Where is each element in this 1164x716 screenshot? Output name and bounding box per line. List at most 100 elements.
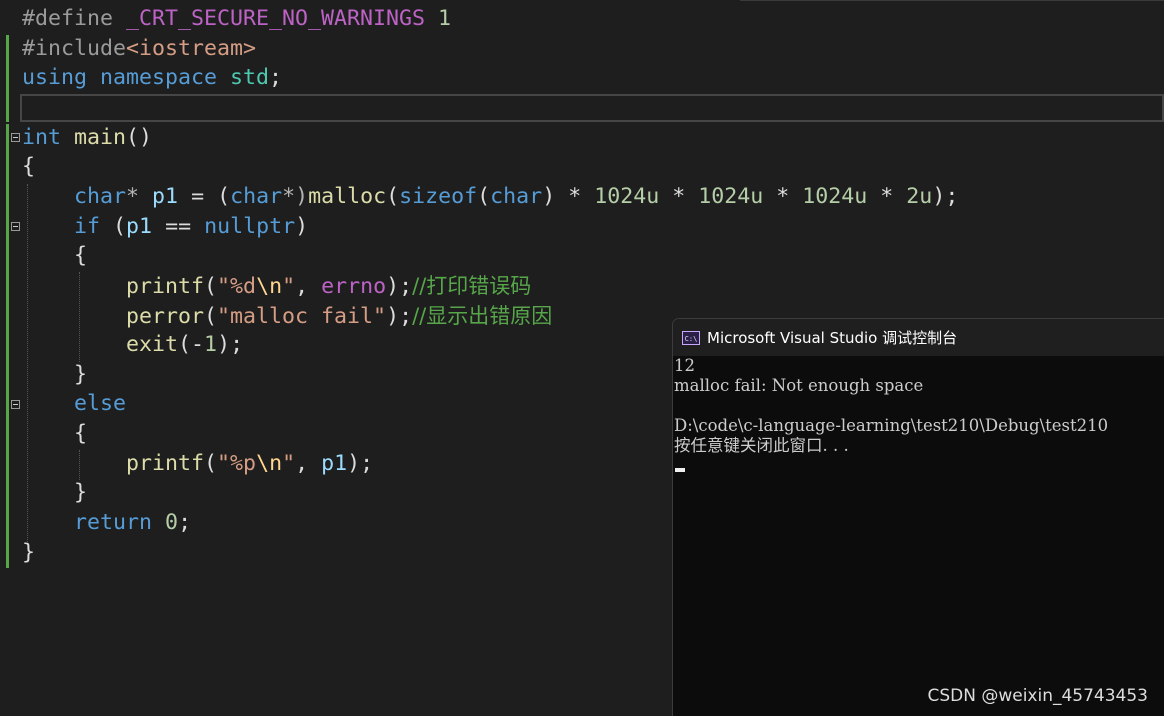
code-token: ); — [386, 273, 413, 299]
code-token: p1 — [126, 213, 153, 239]
code-token: (- — [178, 332, 205, 358]
code-token: malloc — [308, 183, 387, 209]
code-token: ( — [204, 273, 218, 299]
code-token: ; — [178, 510, 192, 536]
console-cursor — [675, 468, 685, 472]
code-line[interactable]: printf("%p\n", p1); — [22, 449, 373, 479]
editor-top-border — [740, 0, 1164, 5]
code-line[interactable]: #include<iostream> — [22, 34, 256, 64]
console-title: Microsoft Visual Studio 调试控制台 — [707, 329, 958, 347]
code-line[interactable]: { — [22, 152, 35, 182]
code-token: main — [74, 124, 127, 150]
change-marker-top — [6, 35, 9, 122]
code-token: ) — [295, 213, 309, 239]
code-line[interactable]: { — [22, 241, 87, 271]
code-token: ); — [386, 303, 413, 329]
fold-toggle-if[interactable] — [11, 222, 20, 231]
code-token: errno — [321, 273, 387, 299]
code-token: 2u — [906, 183, 933, 209]
code-line[interactable]: #define _CRT_SECURE_NO_WARNINGS 1 — [22, 4, 451, 34]
code-line[interactable]: } — [22, 360, 87, 390]
code-token: 1024u — [594, 183, 660, 209]
code-token: \n — [256, 273, 283, 299]
code-token: == — [152, 213, 205, 239]
code-token: sizeof — [399, 183, 478, 209]
console-line: 12 — [674, 356, 695, 375]
code-line[interactable]: printf("%d\n", errno);//打印错误码 — [22, 271, 531, 301]
code-token: 1 — [204, 332, 218, 358]
code-token: } — [22, 539, 36, 565]
code-token: ( — [204, 450, 218, 476]
console-output[interactable]: 12 malloc fail: Not enough space D:\code… — [673, 356, 1164, 472]
current-line-highlight — [20, 94, 1164, 122]
code-line[interactable]: char* p1 = (char*)malloc(sizeof(char) * … — [22, 182, 958, 212]
code-token: printf — [126, 450, 205, 476]
code-token: #define — [22, 6, 127, 31]
code-token: char — [74, 183, 127, 209]
fold-toggle-main[interactable] — [11, 133, 20, 142]
code-token: exit — [126, 332, 179, 358]
code-token: char — [490, 183, 543, 209]
code-token: return — [74, 510, 153, 536]
code-line[interactable]: { — [22, 419, 87, 449]
code-token: { — [22, 243, 88, 269]
code-line[interactable]: return 0; — [22, 508, 191, 538]
code-token: , — [295, 273, 322, 299]
code-token: ); — [217, 332, 244, 358]
console-titlebar[interactable]: C:\ Microsoft Visual Studio 调试控制台 — [673, 319, 1164, 356]
debug-console-window[interactable]: C:\ Microsoft Visual Studio 调试控制台 12 mal… — [672, 318, 1164, 716]
code-token: else — [74, 391, 127, 417]
code-token: int — [22, 124, 75, 150]
code-token: } — [22, 361, 88, 387]
code-token: , — [295, 450, 322, 476]
code-token: * — [867, 183, 907, 209]
code-token: } — [22, 480, 88, 506]
fold-toggle-else[interactable] — [11, 400, 20, 409]
code-token: ); — [347, 450, 374, 476]
code-token: ( — [100, 213, 127, 239]
code-token: { — [22, 154, 36, 180]
code-line[interactable]: exit(-1); — [22, 330, 243, 360]
code-token: perror — [126, 303, 205, 329]
code-token: nullptr — [204, 213, 296, 239]
code-token: namespace — [100, 65, 231, 91]
code-line[interactable]: } — [22, 538, 35, 568]
code-line[interactable]: } — [22, 478, 87, 508]
code-token: \n — [256, 450, 283, 476]
console-line: D:\code\c-language-learning\test210\Debu… — [674, 416, 1109, 435]
console-line: malloc fail: Not enough space — [674, 376, 924, 395]
code-token: //打印错误码 — [412, 273, 532, 298]
code-token: <iostream> — [126, 35, 257, 61]
code-line[interactable]: using namespace std; — [22, 63, 282, 93]
code-line[interactable]: else — [22, 389, 126, 419]
code-line[interactable]: perror("malloc fail");//显示出错原因 — [22, 301, 552, 331]
code-token: ( — [477, 183, 491, 209]
code-token: = ( — [178, 183, 231, 209]
code-token: 1024u — [802, 183, 868, 209]
code-token: ( — [204, 303, 218, 329]
code-token: ); — [932, 183, 959, 209]
code-token: " — [282, 273, 296, 299]
code-token: ) * — [542, 183, 595, 209]
code-token: "%d — [217, 273, 257, 299]
code-token: 1024u — [698, 183, 764, 209]
console-line: 按任意键关闭此窗口. . . — [674, 436, 849, 455]
code-line[interactable]: int main() — [22, 123, 152, 153]
code-token: #include — [22, 35, 127, 61]
code-token: 0 — [165, 510, 179, 536]
code-token: { — [22, 421, 88, 447]
code-token: "malloc fail" — [217, 303, 387, 329]
code-token: _CRT_SECURE_NO_WARNINGS — [126, 6, 426, 31]
code-token: p1 — [152, 183, 179, 209]
code-token: * — [659, 183, 699, 209]
code-line[interactable]: if (p1 == nullptr) — [22, 212, 308, 242]
code-token: *) — [282, 183, 309, 209]
